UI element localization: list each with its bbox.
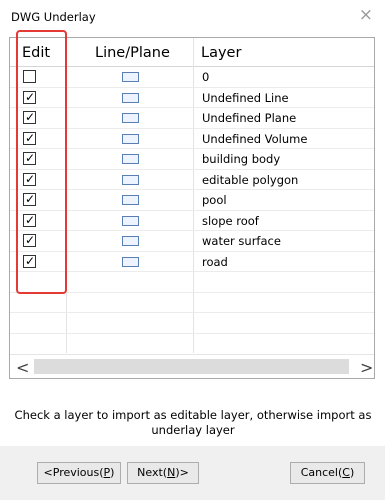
table-header: Edit Line/Plane Layer	[10, 38, 374, 67]
layer-name: Undefined Plane	[202, 111, 297, 125]
plane-icon	[122, 215, 139, 226]
layer-name: Undefined Line	[202, 90, 289, 105]
row-divider	[10, 168, 374, 170]
checkmark-icon: ✓	[25, 212, 36, 227]
edit-checkbox[interactable]: ✓	[23, 151, 36, 165]
table-row: ✓ editable polygon	[10, 170, 374, 190]
row-divider	[10, 291, 374, 293]
window-title: DWG Underlay	[11, 10, 96, 24]
edit-checkbox[interactable]: ✓	[23, 130, 36, 145]
row-divider	[10, 189, 374, 190]
checkmark-icon: ✓	[25, 233, 36, 247]
plane-icon	[122, 113, 139, 123]
table-row: ✓ Undefined Plane	[10, 108, 374, 128]
row-divider	[10, 332, 374, 334]
layer-name: 0	[202, 70, 210, 84]
plane-icon	[122, 92, 139, 103]
row-divider	[10, 250, 374, 252]
plane-icon	[122, 195, 139, 205]
horizontal-scrollbar[interactable]: < >	[10, 354, 374, 378]
table-row: ✓ pool	[10, 190, 374, 210]
previous-button-label: <Previous(	[43, 466, 104, 479]
table-row: ✓ road	[10, 252, 374, 272]
cancel-button[interactable]: Cancel(C)	[290, 462, 365, 484]
table-row: ✓ water surface	[10, 231, 374, 251]
table-row: ✓ building body	[10, 149, 374, 169]
checkmark-icon: ✓	[25, 110, 36, 124]
row-divider	[10, 127, 374, 129]
layer-table: Edit Line/Plane Layer 0 ✓ Undefined Line ✓ U…	[9, 37, 375, 379]
table-row: ✓ Undefined Volume	[10, 129, 374, 149]
layer-name: pool	[202, 193, 227, 207]
cancel-button-label: Cancel(	[300, 466, 343, 479]
row-divider	[10, 230, 374, 231]
table-row: ✓ slope roof	[10, 211, 374, 231]
column-header-layer[interactable]: Layer	[201, 45, 241, 61]
next-button-label: Next(	[137, 466, 168, 479]
edit-checkbox[interactable]: ✓	[23, 253, 36, 268]
plane-icon	[122, 133, 139, 144]
edit-checkbox[interactable]: ✓	[23, 171, 36, 186]
layer-name: editable polygon	[202, 172, 299, 187]
row-divider	[10, 312, 374, 313]
cancel-button-accelerator: C	[342, 466, 350, 479]
edit-checkbox[interactable]: ✓	[23, 212, 36, 227]
plane-icon	[122, 174, 139, 185]
checkmark-icon: ✓	[25, 171, 36, 186]
layer-name: water surface	[202, 234, 281, 248]
plane-icon	[122, 256, 139, 267]
scroll-right-arrow-icon[interactable]: >	[360, 358, 373, 377]
edit-checkbox[interactable]: ✓	[23, 233, 36, 247]
row-divider	[10, 209, 374, 211]
cancel-button-suffix: )	[349, 466, 355, 479]
row-divider	[10, 86, 374, 88]
table-row: ✓ Undefined Line	[10, 88, 374, 108]
edit-checkbox[interactable]	[23, 70, 36, 83]
instruction-text: Check a layer to import as editable laye…	[14, 408, 372, 437]
checkmark-icon: ✓	[25, 192, 36, 206]
previous-button-suffix: )	[110, 466, 115, 479]
checkmark-icon: ✓	[25, 130, 36, 145]
scroll-left-arrow-icon[interactable]: <	[16, 358, 29, 377]
plane-icon	[122, 72, 139, 82]
checkmark-icon: ✓	[25, 253, 36, 268]
plane-icon	[122, 236, 139, 246]
scrollbar-thumb[interactable]	[34, 359, 349, 374]
previous-button[interactable]: <Previous(P)	[37, 462, 121, 484]
next-button[interactable]: Next(N)>	[127, 462, 199, 484]
column-header-line-plane[interactable]: Line/Plane	[95, 45, 170, 61]
plane-icon	[122, 154, 139, 164]
checkmark-icon: ✓	[25, 89, 36, 104]
layer-name: building body	[202, 152, 281, 166]
edit-checkbox[interactable]: ✓	[23, 89, 36, 104]
layer-name: slope roof	[202, 213, 259, 228]
checkmark-icon: ✓	[25, 151, 36, 165]
edit-checkbox[interactable]: ✓	[23, 110, 36, 124]
layer-name: road	[202, 254, 228, 269]
layer-name: Undefined Volume	[202, 131, 308, 146]
close-icon[interactable]: ×	[359, 7, 373, 24]
table-row: 0	[10, 67, 374, 87]
title-bar: DWG Underlay ×	[0, 0, 385, 34]
next-button-suffix: )>	[175, 466, 189, 479]
edit-checkbox[interactable]: ✓	[23, 192, 36, 206]
column-header-edit[interactable]: Edit	[22, 45, 50, 61]
dialog-footer: <Previous(P) Next(N)> Cancel(C)	[0, 446, 385, 500]
row-divider	[10, 271, 374, 272]
row-divider	[10, 148, 374, 149]
row-divider	[10, 107, 374, 108]
